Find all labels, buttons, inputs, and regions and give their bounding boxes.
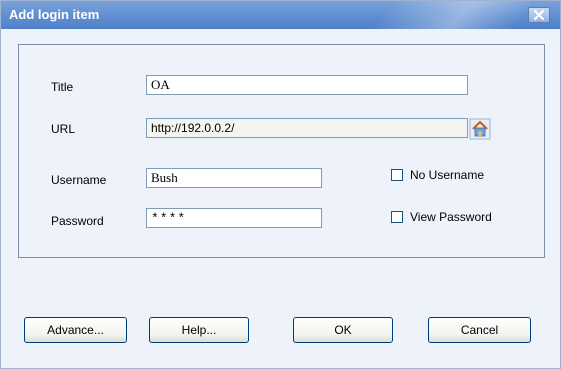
close-icon <box>534 10 544 20</box>
view-password-option[interactable]: View Password <box>391 210 492 224</box>
window-title: Add login item <box>9 7 100 22</box>
view-password-label: View Password <box>410 210 492 224</box>
add-login-item-dialog: Add login item Title OA URL http://192.0… <box>0 0 561 369</box>
title-field[interactable]: OA <box>146 75 468 95</box>
cancel-button[interactable]: Cancel <box>428 317 531 343</box>
view-password-checkbox[interactable] <box>391 211 403 223</box>
close-button[interactable] <box>528 7 550 23</box>
username-label: Username <box>51 173 107 187</box>
password-field[interactable]: **** <box>146 208 322 228</box>
house-icon[interactable] <box>469 118 491 140</box>
username-field[interactable]: Bush <box>146 168 322 188</box>
password-label: Password <box>51 214 104 228</box>
no-username-option[interactable]: No Username <box>391 168 484 182</box>
url-label: URL <box>51 122 76 136</box>
ok-button[interactable]: OK <box>293 317 393 343</box>
no-username-label: No Username <box>410 168 485 182</box>
title-bar[interactable]: Add login item <box>1 1 560 29</box>
title-bar-decoration <box>374 1 534 29</box>
title-label: Title <box>51 80 74 94</box>
help-button[interactable]: Help... <box>149 317 249 343</box>
no-username-checkbox[interactable] <box>391 169 403 181</box>
url-field[interactable]: http://192.0.0.2/ <box>146 118 468 138</box>
advance-button[interactable]: Advance... <box>24 317 127 343</box>
